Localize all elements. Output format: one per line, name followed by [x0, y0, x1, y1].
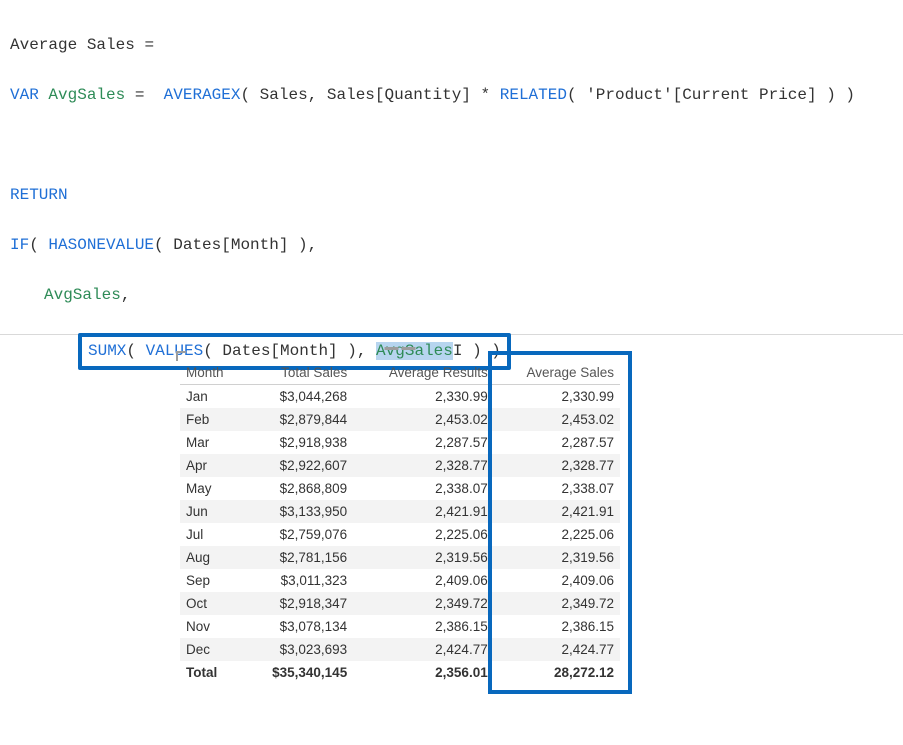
- assign-op: =: [135, 86, 145, 104]
- cell-total-sales: $2,759,076: [243, 523, 353, 546]
- cell-total-sales: $2,879,844: [243, 408, 353, 431]
- cell-average-sales: 2,225.06: [494, 523, 620, 546]
- total-average-results: 2,356.01: [353, 661, 494, 684]
- table-row[interactable]: Sep$3,011,3232,409.062,409.06: [180, 569, 620, 592]
- table-row[interactable]: Aug$2,781,1562,319.562,319.56: [180, 546, 620, 569]
- table-row[interactable]: May$2,868,8092,338.072,338.07: [180, 477, 620, 500]
- resize-handle-mid-icon[interactable]: [385, 347, 416, 350]
- cell-total-sales: $2,918,938: [243, 431, 353, 454]
- hdr-total-sales[interactable]: Total Sales: [243, 355, 353, 385]
- matrix-table: Month Total Sales Average Results Averag…: [180, 355, 620, 684]
- var-keyword: VAR: [10, 86, 39, 104]
- formula-editor[interactable]: Average Sales = VAR AvgSales = AVERAGEX(…: [0, 0, 903, 335]
- cell-average-results: 2,453.02: [353, 408, 494, 431]
- fn-averagex: AVERAGEX: [164, 86, 241, 104]
- total-label: Total: [180, 661, 243, 684]
- formula-line-2: VAR AvgSales = AVERAGEX( Sales, Sales[Qu…: [10, 83, 893, 108]
- cell-total-sales: $2,868,809: [243, 477, 353, 500]
- col-product-price: 'Product'[Current Price]: [586, 86, 816, 104]
- fn-related: RELATED: [500, 86, 567, 104]
- cell-average-sales: 2,386.15: [494, 615, 620, 638]
- tbl-sales: Sales: [260, 86, 308, 104]
- total-average-sales: 28,272.12: [494, 661, 620, 684]
- var-name-decl: AvgSales: [48, 86, 125, 104]
- cell-total-sales: $3,023,693: [243, 638, 353, 661]
- fn-hasonevalue: HASONEVALUE: [48, 236, 154, 254]
- table-row[interactable]: Oct$2,918,3472,349.722,349.72: [180, 592, 620, 615]
- cell-average-sales: 2,424.77: [494, 638, 620, 661]
- total-total-sales: $35,340,145: [243, 661, 353, 684]
- report-canvas[interactable]: Month Total Sales Average Results Averag…: [0, 335, 903, 745]
- cell-total-sales: $3,044,268: [243, 385, 353, 409]
- cell-average-sales: 2,330.99: [494, 385, 620, 409]
- cell-month: Nov: [180, 615, 243, 638]
- table-row[interactable]: Mar$2,918,9382,287.572,287.57: [180, 431, 620, 454]
- cell-month: Jun: [180, 500, 243, 523]
- cell-average-sales: 2,338.07: [494, 477, 620, 500]
- cell-total-sales: $2,922,607: [243, 454, 353, 477]
- cell-month: Feb: [180, 408, 243, 431]
- cell-total-sales: $2,781,156: [243, 546, 353, 569]
- resize-handle-corner-icon[interactable]: [176, 351, 186, 361]
- table-row[interactable]: Feb$2,879,8442,453.022,453.02: [180, 408, 620, 431]
- table-row[interactable]: Dec$3,023,6932,424.772,424.77: [180, 638, 620, 661]
- measure-name: Average Sales: [10, 36, 135, 54]
- matrix-total-row: Total $35,340,145 2,356.01 28,272.12: [180, 661, 620, 684]
- return-keyword: RETURN: [10, 186, 68, 204]
- table-row[interactable]: Jan$3,044,2682,330.992,330.99: [180, 385, 620, 409]
- formula-line-if: IF( HASONEVALUE( Dates[Month] ),: [10, 233, 893, 258]
- cell-average-sales: 2,319.56: [494, 546, 620, 569]
- matrix-visual[interactable]: Month Total Sales Average Results Averag…: [180, 355, 620, 684]
- cell-month: Apr: [180, 454, 243, 477]
- cell-average-sales: 2,287.57: [494, 431, 620, 454]
- formula-line-blank: [10, 133, 893, 158]
- cell-total-sales: $3,078,134: [243, 615, 353, 638]
- col-sales-quantity: Sales[Quantity]: [327, 86, 471, 104]
- cell-average-results: 2,330.99: [353, 385, 494, 409]
- hdr-average-results[interactable]: Average Results: [353, 355, 494, 385]
- cell-average-results: 2,328.77: [353, 454, 494, 477]
- cell-average-sales: 2,349.72: [494, 592, 620, 615]
- hdr-month[interactable]: Month: [180, 355, 243, 385]
- cell-month: Oct: [180, 592, 243, 615]
- cell-average-sales: 2,421.91: [494, 500, 620, 523]
- cell-average-results: 2,421.91: [353, 500, 494, 523]
- formula-line-1: Average Sales =: [10, 33, 893, 58]
- equals-op: =: [144, 36, 154, 54]
- cell-average-sales: 2,453.02: [494, 408, 620, 431]
- cell-average-results: 2,424.77: [353, 638, 494, 661]
- table-row[interactable]: Jul$2,759,0762,225.062,225.06: [180, 523, 620, 546]
- cell-average-results: 2,225.06: [353, 523, 494, 546]
- fn-if: IF: [10, 236, 29, 254]
- cell-month: Jul: [180, 523, 243, 546]
- table-row[interactable]: Nov$3,078,1342,386.152,386.15: [180, 615, 620, 638]
- cell-month: Mar: [180, 431, 243, 454]
- cell-month: May: [180, 477, 243, 500]
- matrix-header-row: Month Total Sales Average Results Averag…: [180, 355, 620, 385]
- cell-average-results: 2,349.72: [353, 592, 494, 615]
- cell-month: Dec: [180, 638, 243, 661]
- cell-total-sales: $3,011,323: [243, 569, 353, 592]
- cell-total-sales: $2,918,347: [243, 592, 353, 615]
- formula-line-var-ref: AvgSales,: [10, 283, 893, 308]
- cell-average-results: 2,287.57: [353, 431, 494, 454]
- cell-average-sales: 2,328.77: [494, 454, 620, 477]
- formula-line-return: RETURN: [10, 183, 893, 208]
- cell-average-results: 2,386.15: [353, 615, 494, 638]
- table-row[interactable]: Apr$2,922,6072,328.772,328.77: [180, 454, 620, 477]
- cell-average-sales: 2,409.06: [494, 569, 620, 592]
- cell-month: Aug: [180, 546, 243, 569]
- cell-total-sales: $3,133,950: [243, 500, 353, 523]
- cell-month: Jan: [180, 385, 243, 409]
- cell-average-results: 2,319.56: [353, 546, 494, 569]
- cell-average-results: 2,409.06: [353, 569, 494, 592]
- col-dates-month-1: Dates[Month]: [173, 236, 288, 254]
- table-row[interactable]: Jun$3,133,9502,421.912,421.91: [180, 500, 620, 523]
- cell-average-results: 2,338.07: [353, 477, 494, 500]
- var-name-ref-1: AvgSales: [44, 286, 121, 304]
- mult-op: *: [481, 86, 491, 104]
- cell-month: Sep: [180, 569, 243, 592]
- hdr-average-sales[interactable]: Average Sales: [494, 355, 620, 385]
